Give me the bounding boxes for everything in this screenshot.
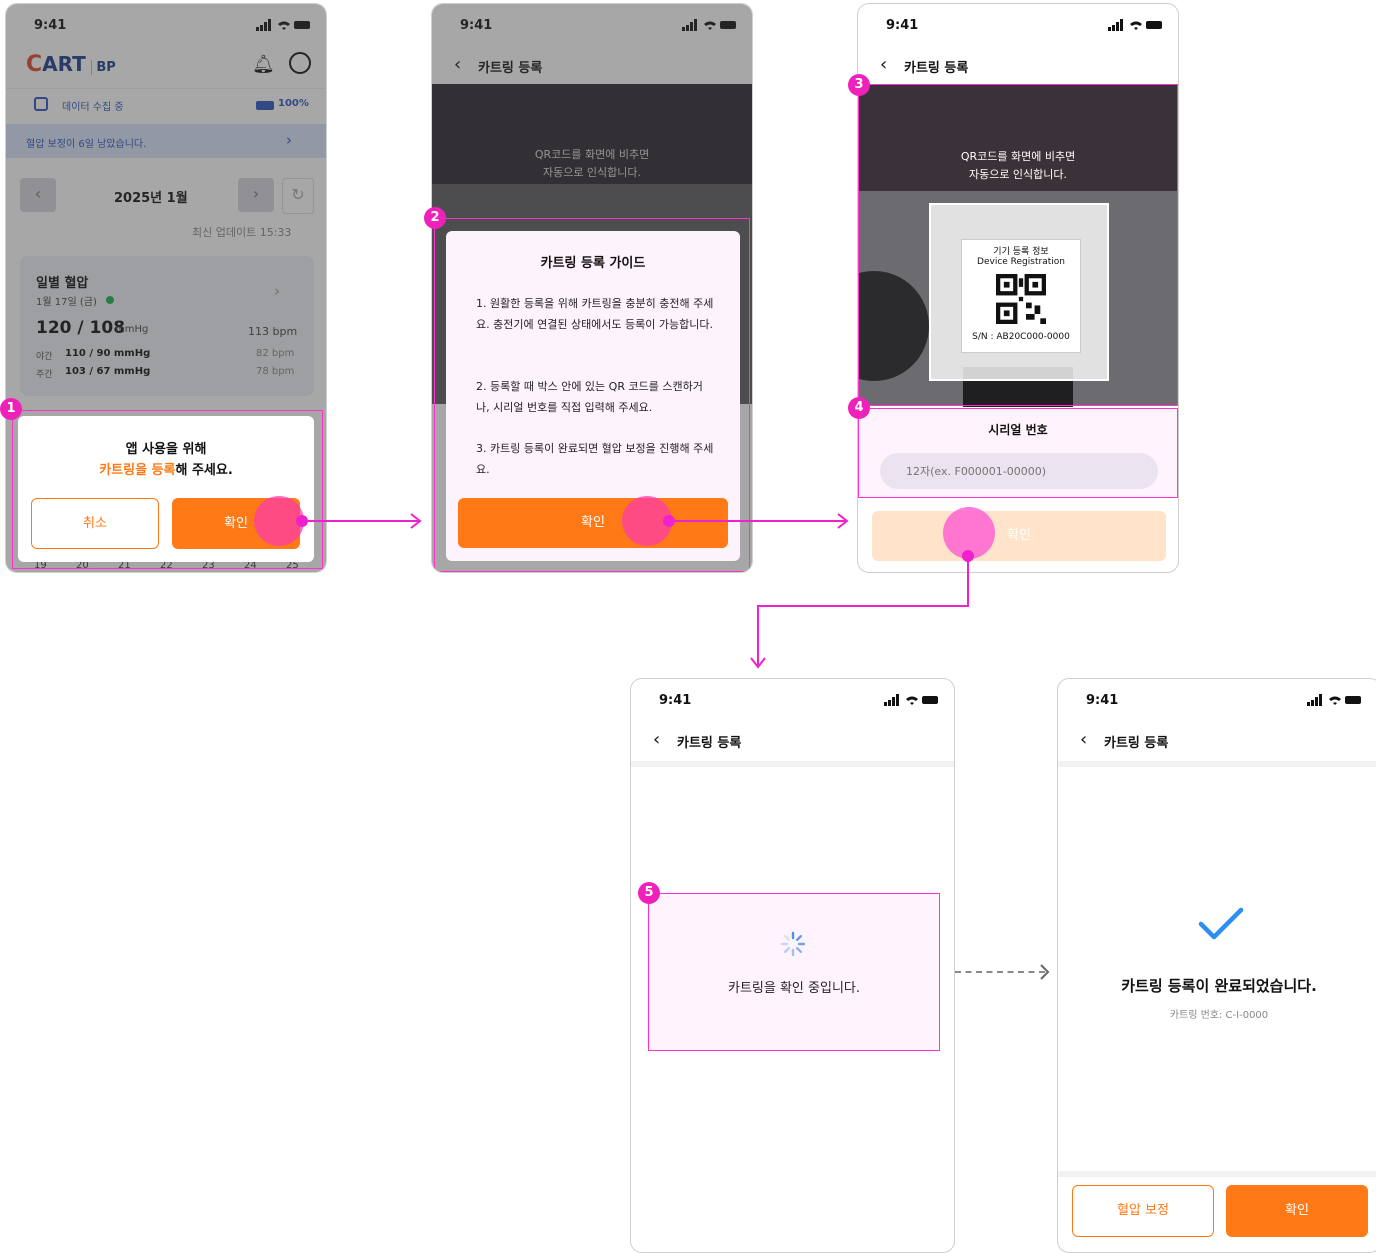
screen-qr-scan: 9:41 ‹ 카트링 등록 QR코드를 화면에 비추면 자동으로 인식합니다. … xyxy=(857,3,1179,573)
step-badge-5: 5 xyxy=(638,882,660,904)
nav-title: 카트링 등록 xyxy=(904,61,969,76)
status-bar: 9:41 xyxy=(1058,679,1376,723)
loading-text: 카트링을 확인 중입니다. xyxy=(728,981,860,996)
step-badge-3: 3 xyxy=(848,74,870,96)
status-bar: 9:41 xyxy=(631,679,954,723)
arrow-down-icon xyxy=(750,657,766,669)
done-confirm-button[interactable]: 확인 xyxy=(1226,1185,1368,1237)
back-arrow-icon[interactable]: ‹ xyxy=(653,731,660,749)
nav-bar: ‹ 카트링 등록 xyxy=(1058,723,1376,761)
screen-complete: 9:41 ‹ 카트링 등록 카트링 등록이 완료되었습니다. 카트링 번호: C… xyxy=(1057,678,1376,1253)
arrow-right-icon xyxy=(1040,964,1050,980)
calibrate-button[interactable]: 혈압 보정 xyxy=(1072,1185,1214,1237)
nav-bar: ‹ 카트링 등록 xyxy=(858,48,1178,86)
flow-arrow-line xyxy=(757,605,969,607)
bottom-divider xyxy=(1058,1171,1376,1177)
status-time: 9:41 xyxy=(1086,693,1119,708)
screen-guide: 9:41 ‹ 카트링 등록 QR코드를 화면에 비추면 자동으로 인식합니다. … xyxy=(431,3,753,573)
status-bar: 9:41 xyxy=(858,4,1178,48)
step-badge-2: 2 xyxy=(424,207,446,229)
arrow-right-icon xyxy=(410,513,422,529)
flow-arrow-dot xyxy=(663,515,675,527)
serial-section: 시리얼 번호 xyxy=(858,408,1178,498)
done-title: 카트링 등록이 완료되었습니다. xyxy=(1121,977,1317,995)
nav-bar: ‹ 카트링 등록 xyxy=(631,723,954,761)
screen-checking: 9:41 ‹ 카트링 등록 카트링을 확인 중입니다. xyxy=(630,678,955,1253)
nav-divider xyxy=(631,761,954,767)
nav-divider xyxy=(1058,761,1376,767)
step-badge-4: 4 xyxy=(848,397,870,419)
step-badge-1: 1 xyxy=(0,398,22,420)
serial-title: 시리얼 번호 xyxy=(988,423,1048,437)
status-time: 9:41 xyxy=(886,18,919,33)
flow-arrow-line xyxy=(757,605,759,665)
annotation-box-2 xyxy=(434,218,750,572)
arrow-right-icon xyxy=(837,513,849,529)
status-icons xyxy=(884,694,938,706)
serial-number-input[interactable] xyxy=(880,453,1158,489)
flow-arrow-line xyxy=(675,520,847,522)
status-icons xyxy=(1307,694,1361,706)
status-icons xyxy=(1108,19,1162,31)
spinner-icon xyxy=(780,931,806,957)
back-arrow-icon[interactable]: ‹ xyxy=(880,56,887,74)
done-subtitle: 카트링 번호: C-I-0000 xyxy=(1169,1010,1269,1021)
loading-box: 카트링을 확인 중입니다. xyxy=(648,893,940,1051)
nav-title: 카트링 등록 xyxy=(1104,736,1169,751)
nav-title: 카트링 등록 xyxy=(677,736,742,751)
flow-arrow-line xyxy=(308,520,420,522)
status-time: 9:41 xyxy=(659,693,692,708)
annotation-box-3 xyxy=(858,84,1178,406)
serial-confirm-button[interactable]: 확인 xyxy=(872,511,1166,561)
back-arrow-icon[interactable]: ‹ xyxy=(1080,731,1087,749)
flow-arrow-dashed-line xyxy=(955,971,1045,973)
screen-home: 9:41 CART BP 🔔︎ 데이터 수집 중 100% 혈압 보정이 6일 … xyxy=(5,3,327,573)
flow-arrow-line xyxy=(967,560,969,606)
flow-arrow-dot xyxy=(296,515,308,527)
check-icon xyxy=(1198,907,1244,940)
